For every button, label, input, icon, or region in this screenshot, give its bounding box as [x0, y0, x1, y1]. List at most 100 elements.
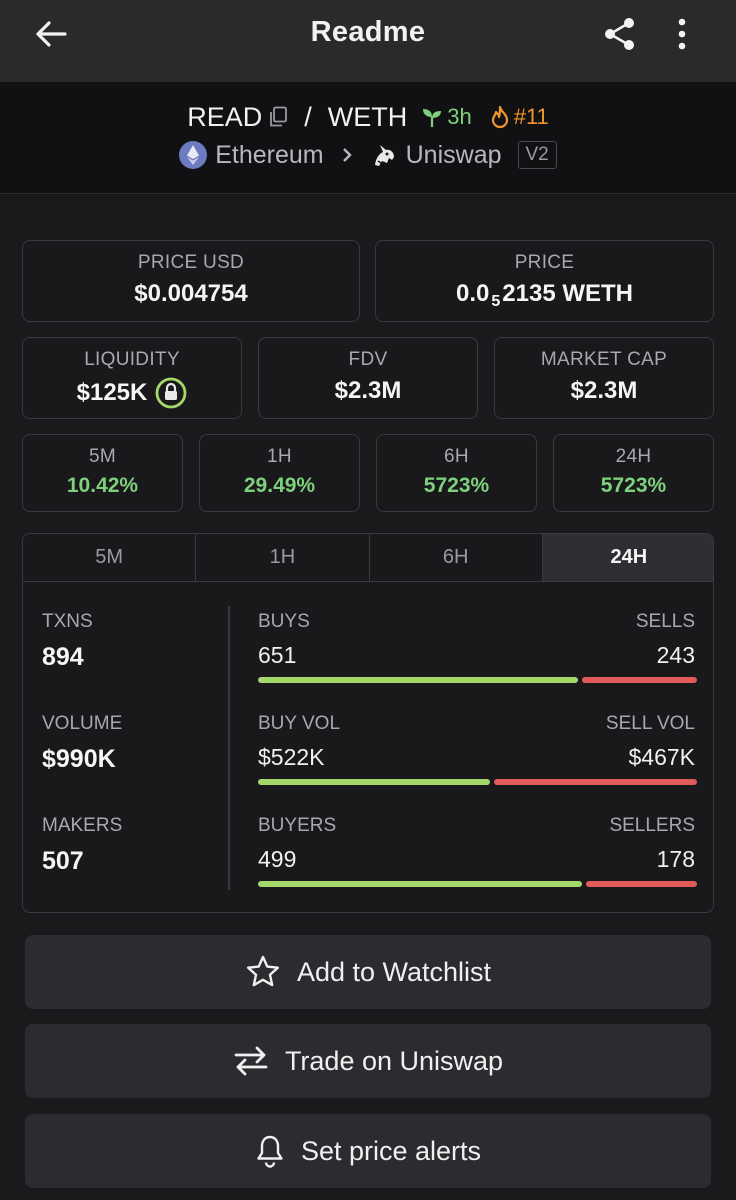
change-label: 5M — [89, 446, 116, 467]
star-icon — [246, 955, 279, 987]
liquidity-value-row: $125K — [23, 377, 241, 409]
ethereum-icon — [179, 141, 208, 169]
change-label: 1H — [267, 446, 292, 467]
add-to-watchlist-label: Add to Watchlist — [296, 956, 492, 987]
add-to-watchlist-button[interactable]: Add to Watchlist — [25, 935, 711, 1009]
price-native-zero-count: 5 — [491, 293, 501, 310]
makers-label: MAKERS — [42, 815, 123, 836]
trending-rank[interactable]: #11 — [490, 104, 549, 130]
buys-sells-ratio-bar — [258, 677, 697, 683]
sells-label: SELLS — [635, 611, 695, 632]
buyers-value: 499 — [258, 846, 297, 872]
tab-24h[interactable]: 24H — [542, 534, 713, 581]
more-vertical-icon — [678, 18, 686, 50]
fdv-value: $2.3M — [334, 377, 402, 404]
set-price-alerts-label: Set price alerts — [300, 1135, 482, 1166]
fdv-label: FDV — [348, 349, 388, 370]
sellers-label: SELLERS — [609, 815, 695, 836]
sell-vol-bar-fill — [493, 779, 697, 785]
buyers-label: BUYERS — [258, 815, 337, 836]
chevron-right-icon — [342, 148, 352, 162]
tab-1h[interactable]: 1H — [196, 534, 370, 581]
quote-token-symbol: WETH — [327, 101, 408, 132]
seedling-icon — [423, 109, 442, 127]
liquidity-card: LIQUIDITY $125K — [22, 337, 242, 419]
transaction-stats-panel: 5M 1H 6H 24H TXNS 894 VOLUME $990K MAKER… — [22, 533, 714, 913]
sells-bar-fill — [581, 677, 697, 683]
buyers-bar-fill — [258, 881, 582, 887]
volume-ratio-bar — [258, 779, 697, 785]
share-icon — [605, 18, 634, 50]
change-label: 24H — [615, 446, 652, 467]
set-price-alerts-button[interactable]: Set price alerts — [25, 1114, 711, 1188]
chain-link[interactable]: Ethereum — [179, 140, 324, 170]
more-options-button[interactable] — [664, 12, 700, 56]
change-label: 6H — [444, 446, 469, 467]
price-native-label: PRICE — [514, 252, 575, 273]
change-value: 29.49% — [243, 474, 316, 497]
bell-icon — [257, 1135, 283, 1168]
timeframe-tabs: 5M 1H 6H 24H — [23, 534, 713, 582]
pair-age: 3h — [421, 104, 472, 130]
fdv-card: FDV $2.3M — [258, 337, 478, 419]
sellers-bar-fill — [585, 881, 697, 887]
copy-icon — [270, 106, 288, 127]
change-card-5m[interactable]: 5M 10.42% — [22, 434, 183, 512]
change-value: 5723% — [600, 474, 667, 497]
makers-value: 507 — [42, 847, 84, 875]
buys-bar-fill — [258, 677, 578, 683]
price-native-value: 0.0 5 2135 WETH — [376, 280, 713, 310]
sell-vol-value: $467K — [628, 744, 695, 770]
liquidity-value: $125K — [76, 379, 148, 406]
market-cap-value: $2.3M — [570, 377, 638, 404]
sellers-value: 178 — [656, 846, 695, 872]
dex-link[interactable]: Uniswap — [370, 141, 502, 170]
trade-on-uniswap-label: Trade on Uniswap — [284, 1045, 504, 1076]
sells-value: 243 — [656, 642, 695, 668]
dex-version-badge: V2 — [517, 141, 557, 169]
txns-value: 894 — [42, 643, 84, 671]
txns-label: TXNS — [42, 611, 93, 632]
price-native-prefix: 0.0 — [456, 280, 490, 307]
buys-value: 651 — [258, 642, 297, 668]
pair-title-row: READ / WETH 3h #11 — [0, 100, 736, 134]
dex-name: Uniswap — [405, 140, 502, 169]
share-button[interactable] — [598, 12, 642, 56]
buy-vol-value: $522K — [258, 744, 325, 770]
sell-vol-label: SELL VOL — [605, 713, 695, 734]
trending-rank-value: #11 — [513, 104, 549, 129]
buyers-ratio-bar — [258, 881, 697, 887]
tab-5m[interactable]: 5M — [23, 534, 197, 581]
top-app-bar: Readme — [0, 0, 736, 82]
copy-address-button[interactable] — [268, 106, 288, 128]
change-card-6h[interactable]: 6H 5723% — [376, 434, 537, 512]
change-card-1h[interactable]: 1H 29.49% — [199, 434, 360, 512]
market-cap-card: MARKET CAP $2.3M — [494, 337, 714, 419]
tab-6h[interactable]: 6H — [370, 534, 543, 581]
trade-on-uniswap-button[interactable]: Trade on Uniswap — [25, 1024, 711, 1098]
pair-header: READ / WETH 3h #11 Ethereum Uniswap V2 — [0, 82, 736, 194]
pair-age-value: 3h — [447, 104, 472, 129]
uniswap-unicorn-icon — [374, 145, 394, 166]
change-card-24h[interactable]: 24H 5723% — [553, 434, 714, 512]
market-cap-label: MARKET CAP — [540, 349, 668, 370]
liquidity-lock-badge[interactable] — [155, 377, 187, 409]
price-usd-label: PRICE USD — [137, 252, 245, 273]
price-usd-card: PRICE USD $0.004754 — [22, 240, 360, 322]
buys-label: BUYS — [258, 611, 310, 632]
volume-label: VOLUME — [42, 713, 123, 734]
liquidity-label: LIQUIDITY — [84, 349, 180, 370]
chain-name: Ethereum — [215, 140, 324, 169]
price-native-suffix: 2135 WETH — [502, 280, 633, 307]
price-usd-value: $0.004754 — [134, 280, 248, 307]
change-value: 5723% — [423, 474, 490, 497]
buy-vol-bar-fill — [258, 779, 490, 785]
buy-vol-label: BUY VOL — [258, 713, 341, 734]
swap-arrows-icon — [234, 1046, 268, 1076]
pair-separator: / — [304, 101, 312, 132]
base-token-symbol: READ — [187, 101, 263, 132]
volume-value: $990K — [42, 745, 116, 773]
stats-divider — [228, 606, 230, 890]
lock-icon — [155, 377, 187, 409]
price-native-card: PRICE 0.0 5 2135 WETH — [375, 240, 714, 322]
